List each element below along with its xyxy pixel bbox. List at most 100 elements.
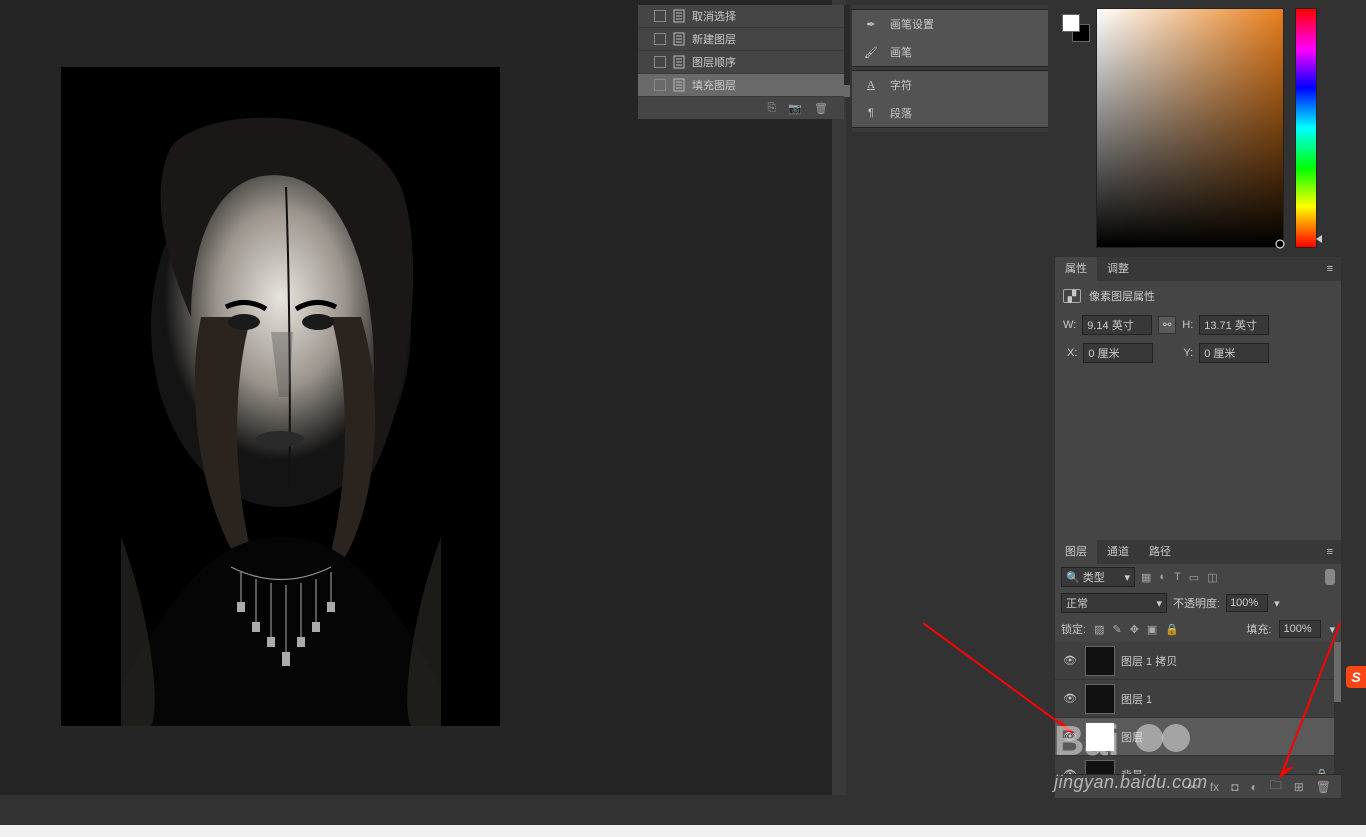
- canvas-scrollbar[interactable]: [832, 0, 846, 795]
- canvas-area: [0, 0, 832, 795]
- y-input[interactable]: [1199, 343, 1269, 363]
- tab-properties[interactable]: 属性: [1055, 257, 1097, 281]
- chevron-down-icon: ▾: [1124, 571, 1130, 584]
- sogou-ime-badge[interactable]: S: [1346, 666, 1366, 688]
- layer-name[interactable]: 图层 1 拷贝: [1121, 653, 1177, 669]
- fill-label: 填充:: [1246, 621, 1271, 637]
- hue-pointer-icon: [1316, 235, 1322, 243]
- visibility-icon[interactable]: 👁: [1061, 654, 1079, 667]
- w-label: W:: [1063, 319, 1076, 331]
- link-icon[interactable]: ⚯: [1158, 316, 1176, 334]
- history-toolbar: ⎘ 📷 🗑: [638, 97, 844, 119]
- tab-paths[interactable]: 路径: [1139, 540, 1181, 564]
- panel-brush[interactable]: 🖌 画笔: [852, 38, 1048, 66]
- lock-artboard-icon[interactable]: ▣: [1147, 623, 1157, 636]
- h-label: H:: [1182, 319, 1193, 331]
- y-label: Y:: [1183, 347, 1193, 359]
- visibility-icon[interactable]: 👁: [1061, 692, 1079, 705]
- layer-thumbnail[interactable]: [1085, 646, 1115, 676]
- svg-text:Bai: Bai: [1054, 717, 1119, 764]
- properties-panel: 属性 调整 ≡ ▞ 像素图层属性 W: ⚯ H: X: Y:: [1055, 257, 1341, 567]
- blend-mode-select[interactable]: 正常▾: [1061, 593, 1167, 613]
- history-item[interactable]: 新建图层: [638, 28, 844, 51]
- checkbox-icon: [654, 56, 666, 68]
- color-field[interactable]: [1096, 8, 1284, 248]
- panel-label: 段落: [890, 105, 912, 121]
- brush-settings-icon: ✒: [862, 18, 880, 31]
- document-icon: [672, 9, 686, 23]
- color-picker-ring: [1275, 239, 1285, 249]
- document-icon: [672, 32, 686, 46]
- layer-item[interactable]: 👁 图层 1 拷贝: [1055, 642, 1341, 680]
- history-item[interactable]: 取消选择: [638, 5, 844, 28]
- layer-name[interactable]: 图层 1: [1121, 691, 1152, 707]
- color-panel: [1058, 4, 1338, 250]
- panel-brush-settings[interactable]: ✒ 画笔设置: [852, 10, 1048, 38]
- checkbox-icon: [654, 10, 666, 22]
- panel-paragraph[interactable]: ¶ 段落: [852, 99, 1048, 127]
- filter-type-icon[interactable]: T: [1174, 571, 1181, 584]
- foreground-swatch[interactable]: [1062, 14, 1080, 32]
- collapsed-panels: ✒ 画笔设置 🖌 画笔 A 字符 ¶ 段落: [852, 5, 1048, 132]
- fx-icon[interactable]: fx: [1210, 780, 1219, 794]
- pixel-layer-icon: ▞: [1063, 289, 1081, 303]
- filter-toggle[interactable]: [1325, 569, 1335, 585]
- properties-title: 像素图层属性: [1089, 288, 1155, 304]
- filter-adjustment-icon[interactable]: ◐: [1159, 571, 1166, 584]
- opacity-input[interactable]: [1226, 594, 1268, 612]
- mask-icon[interactable]: ◘: [1231, 780, 1238, 794]
- trash-icon[interactable]: 🗑: [814, 102, 828, 115]
- history-scrollbar[interactable]: [844, 5, 850, 97]
- document-icon: [672, 78, 686, 92]
- baidu-logo-watermark: Bai: [1054, 710, 1254, 770]
- panel-character[interactable]: A 字符: [852, 71, 1048, 99]
- chevron-down-icon[interactable]: ▾: [1329, 623, 1335, 636]
- layers-tabs: 图层 通道 路径 ≡: [1055, 540, 1341, 564]
- history-item-active[interactable]: 填充图层: [638, 74, 844, 97]
- trash-icon[interactable]: 🗑: [1316, 780, 1331, 794]
- chevron-down-icon[interactable]: ▾: [1274, 597, 1280, 610]
- x-input[interactable]: [1083, 343, 1153, 363]
- adjustment-icon[interactable]: ◐: [1250, 780, 1257, 794]
- layers-scrollbar[interactable]: [1334, 642, 1341, 774]
- checkbox-icon: [654, 79, 666, 91]
- filter-smart-icon[interactable]: ◫: [1207, 571, 1217, 584]
- color-swatches[interactable]: [1062, 14, 1080, 32]
- lock-position-icon[interactable]: ✥: [1130, 623, 1139, 636]
- portrait-image: [61, 67, 500, 726]
- panel-menu-icon[interactable]: ≡: [1327, 263, 1333, 275]
- paragraph-icon: ¶: [862, 107, 880, 119]
- tab-layers[interactable]: 图层: [1055, 540, 1097, 564]
- filter-shape-icon[interactable]: ▭: [1189, 571, 1199, 584]
- document-icon: [672, 55, 686, 69]
- checkbox-icon: [654, 33, 666, 45]
- history-item[interactable]: 图层顺序: [638, 51, 844, 74]
- fill-input[interactable]: [1279, 620, 1321, 638]
- hue-slider[interactable]: [1295, 8, 1317, 248]
- tab-channels[interactable]: 通道: [1097, 540, 1139, 564]
- history-label: 新建图层: [692, 31, 736, 47]
- layer-thumbnail[interactable]: [1085, 684, 1115, 714]
- properties-tabs: 属性 调整 ≡: [1055, 257, 1341, 281]
- camera-icon[interactable]: 📷: [788, 102, 802, 115]
- lock-transparency-icon[interactable]: ▨: [1094, 623, 1104, 636]
- opacity-label: 不透明度:: [1173, 595, 1220, 611]
- panel-label: 画笔: [890, 44, 912, 60]
- document-canvas[interactable]: [61, 67, 500, 726]
- group-icon[interactable]: 🗀: [1270, 776, 1282, 797]
- create-document-icon[interactable]: ⎘: [768, 102, 777, 115]
- history-panel: 取消选择 新建图层 图层顺序 填充图层 ⎘ 📷 🗑: [638, 5, 844, 119]
- tab-adjustments[interactable]: 调整: [1097, 257, 1139, 281]
- new-layer-icon[interactable]: ⊞: [1294, 780, 1304, 794]
- height-input[interactable]: [1199, 315, 1269, 335]
- filter-pixel-icon[interactable]: ▦: [1141, 571, 1151, 584]
- lock-pixels-icon[interactable]: ✎: [1112, 623, 1121, 636]
- x-label: X:: [1067, 347, 1077, 359]
- lock-icon: 🔒: [1315, 768, 1329, 774]
- character-icon: A: [862, 79, 880, 91]
- panel-menu-icon[interactable]: ≡: [1327, 546, 1333, 558]
- lock-all-icon[interactable]: 🔒: [1165, 623, 1179, 636]
- width-input[interactable]: [1082, 315, 1152, 335]
- layer-filter-select[interactable]: 🔍 类型▾: [1061, 567, 1135, 587]
- lock-label: 锁定:: [1061, 621, 1086, 637]
